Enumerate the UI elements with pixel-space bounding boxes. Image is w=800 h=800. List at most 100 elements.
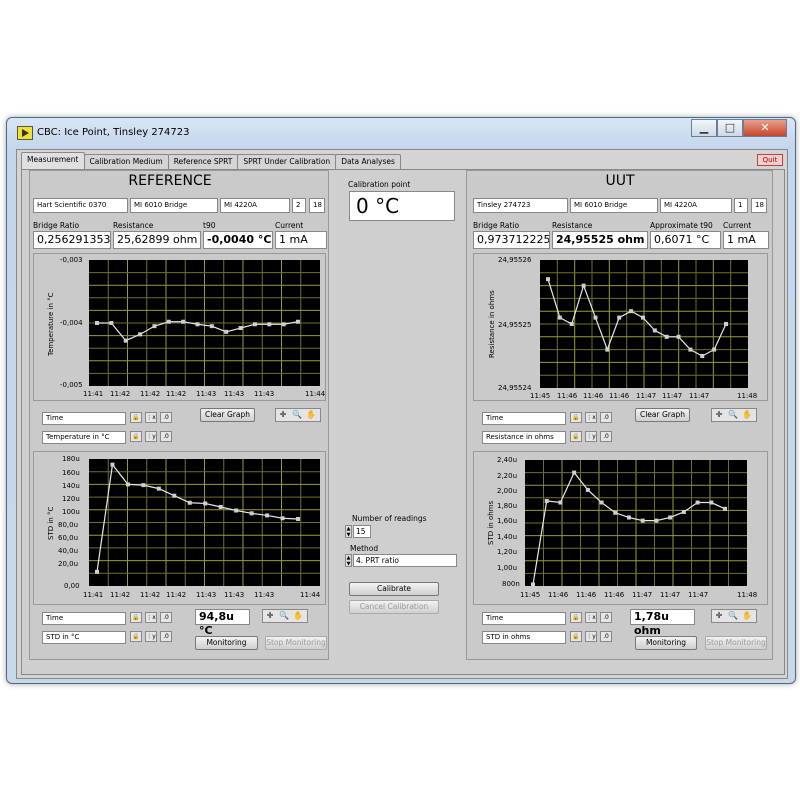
uut-std-y-legend[interactable]: STD in ohms [482, 631, 566, 644]
data-point [605, 347, 610, 352]
tab-calibration-medium[interactable]: Calibration Medium [83, 154, 169, 169]
ytick: 80,0u [58, 521, 79, 529]
reference-stop-monitoring-button[interactable]: Stop Monitoring [265, 636, 327, 650]
lock-icon[interactable]: 🔒 [130, 431, 142, 442]
y-format-icon[interactable]: ⋮y [585, 431, 597, 442]
reference-y-legend[interactable]: Temperature in °C [42, 431, 126, 444]
maximize-button[interactable]: □ [717, 119, 743, 137]
y-precision-icon[interactable]: .0 [160, 631, 172, 642]
uut-std-plot[interactable] [525, 460, 747, 586]
xtick: 11:47 [662, 392, 683, 400]
data-point [599, 500, 604, 505]
crosshair-icon[interactable]: ✛ [263, 610, 277, 622]
xtick: 11:43 [254, 390, 275, 398]
data-point [668, 515, 673, 520]
lock-icon[interactable]: 🔒 [570, 612, 582, 623]
lock-icon[interactable]: 🔒 [130, 412, 142, 423]
lock-icon[interactable]: 🔒 [570, 412, 582, 423]
zoom-icon[interactable]: 🔍 [726, 409, 740, 421]
y-format-icon[interactable]: ⋮y [585, 631, 597, 642]
uut-clear-graph-button[interactable]: Clear Graph [635, 408, 690, 422]
data-point [676, 334, 681, 339]
data-point [181, 319, 186, 324]
method-spinner[interactable]: ▲ ▼ [345, 554, 352, 567]
x-precision-icon[interactable]: .0 [160, 612, 172, 623]
x-format-icon[interactable]: ⋮x [145, 412, 157, 423]
lock-icon[interactable]: 🔒 [570, 631, 582, 642]
xtick: 11:42 [166, 390, 187, 398]
crosshair-icon[interactable]: ✛ [276, 409, 290, 421]
x-format-icon[interactable]: ⋮x [145, 612, 157, 623]
data-point [141, 483, 146, 488]
pan-hand-icon[interactable]: ✋ [740, 409, 754, 421]
crosshair-icon[interactable]: ✛ [712, 610, 726, 622]
reference-temperature-plot[interactable] [89, 260, 320, 386]
uut-resistance-plot[interactable] [540, 260, 748, 388]
pan-hand-icon[interactable]: ✋ [291, 610, 305, 622]
y-precision-icon[interactable]: .0 [600, 631, 612, 642]
reference-current-label: Current [275, 221, 304, 230]
readings-input[interactable]: 15 [353, 525, 371, 538]
data-point [723, 506, 727, 511]
tab-measurement[interactable]: Measurement [21, 152, 85, 169]
cancel-calibration-button[interactable]: Cancel Calibration [349, 600, 439, 614]
ytick: 1,00u [497, 564, 518, 572]
lock-icon[interactable]: 🔒 [130, 631, 142, 642]
y-precision-icon[interactable]: .0 [600, 431, 612, 442]
ytick: 160u [62, 469, 80, 477]
readings-spinner[interactable]: ▲ ▼ [345, 525, 352, 538]
y-format-icon[interactable]: ⋮y [145, 431, 157, 442]
tab-sprt-under-calibration[interactable]: SPRT Under Calibration [237, 154, 337, 169]
method-select[interactable]: 4. PRT ratio [353, 554, 457, 567]
y-precision-icon[interactable]: .0 [160, 431, 172, 442]
minimize-button[interactable]: ▁ [691, 119, 717, 137]
reference-clear-graph-button[interactable]: Clear Graph [200, 408, 255, 422]
zoom-icon[interactable]: 🔍 [726, 610, 740, 622]
xtick: 11:43 [254, 591, 275, 599]
xtick: 11:48 [737, 392, 758, 400]
x-precision-icon[interactable]: .0 [600, 412, 612, 423]
data-point [593, 315, 598, 320]
title-bar[interactable]: CBC: Ice Point, Tinsley 274723 ▁ □ ✕ [7, 118, 795, 148]
x-format-icon[interactable]: ⋮x [585, 612, 597, 623]
x-format-icon[interactable]: ⋮x [585, 412, 597, 423]
uut-monitoring-button[interactable]: Monitoring [635, 636, 697, 650]
uut-y-legend[interactable]: Resistance in ohms [482, 431, 566, 444]
uut-x-legend[interactable]: Time [482, 412, 566, 425]
zoom-icon[interactable]: 🔍 [290, 409, 304, 421]
uut-std-x-legend[interactable]: Time [482, 612, 566, 625]
pan-hand-icon[interactable]: ✋ [304, 409, 318, 421]
lock-icon[interactable]: 🔒 [570, 431, 582, 442]
reference-ratio-value: 0,256291353 [33, 231, 111, 249]
reference-std-plot[interactable] [89, 459, 320, 586]
data-point [712, 347, 717, 352]
tab-reference-sprt[interactable]: Reference SPRT [167, 154, 239, 169]
reference-std-x-legend[interactable]: Time [42, 612, 126, 625]
uut-stop-monitoring-button[interactable]: Stop Monitoring [705, 636, 767, 650]
lock-icon[interactable]: 🔒 [130, 612, 142, 623]
quit-button[interactable]: Quit [757, 154, 783, 166]
zoom-icon[interactable]: 🔍 [277, 610, 291, 622]
x-precision-icon[interactable]: .0 [600, 612, 612, 623]
xtick: 11:43 [224, 390, 245, 398]
calibrate-button[interactable]: Calibrate [349, 582, 439, 596]
close-button[interactable]: ✕ [743, 119, 787, 137]
uut-thermometer: Tinsley 274723 [473, 198, 568, 213]
reference-monitoring-button[interactable]: Monitoring [195, 636, 258, 650]
reference-std-y-legend[interactable]: STD in °C [42, 631, 126, 644]
data-point [265, 513, 270, 518]
x-precision-icon[interactable]: .0 [160, 412, 172, 423]
y-format-icon[interactable]: ⋮y [145, 631, 157, 642]
labview-app-icon [17, 126, 33, 140]
data-point [688, 347, 693, 352]
xtick: 11:45 [520, 591, 541, 599]
reference-std-value: 94,8u °C [195, 609, 250, 637]
pan-hand-icon[interactable]: ✋ [740, 610, 754, 622]
xtick: 11:41 [83, 390, 104, 398]
crosshair-icon[interactable]: ✛ [712, 409, 726, 421]
reference-x-legend[interactable]: Time [42, 412, 126, 425]
ytick: -0,004 [60, 319, 83, 327]
xtick: 11:47 [636, 392, 657, 400]
tab-data-analyses[interactable]: Data Analyses [335, 154, 401, 169]
data-point [664, 334, 669, 339]
